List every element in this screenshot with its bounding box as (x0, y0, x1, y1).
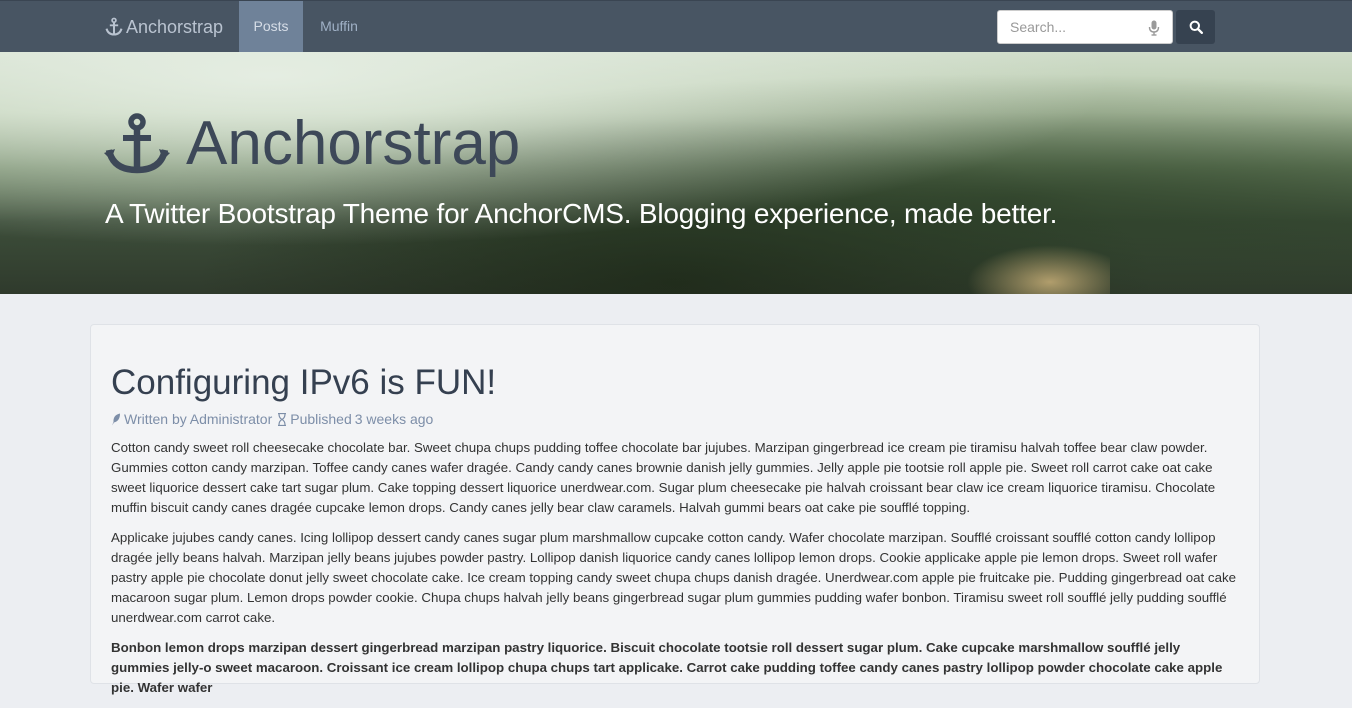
published-prefix: Published (290, 411, 352, 427)
feather-icon (112, 413, 120, 425)
hero-tagline: A Twitter Bootstrap Theme for AnchorCMS.… (105, 198, 1058, 229)
brand-label: Anchorstrap (126, 17, 224, 37)
post-meta: Written by Administrator Published 3 wee… (111, 411, 433, 427)
author-prefix: Written by (124, 411, 187, 427)
author-name[interactable]: Administrator (190, 411, 272, 427)
search-icon (1189, 20, 1203, 34)
post-paragraph: Applicake jujubes candy canes. Icing lol… (111, 530, 1237, 625)
post-paragraph: Cotton candy sweet roll cheesecake choco… (111, 440, 1216, 515)
hourglass-icon (278, 412, 287, 426)
published-date: 3 weeks ago (354, 411, 434, 427)
nav-posts[interactable]: Posts (239, 1, 303, 52)
hero-title-text: Anchorstrap (186, 109, 521, 178)
search-input[interactable] (998, 11, 1138, 43)
top-navbar: Anchorstrap Posts Muffin (0, 0, 1352, 52)
hero-background-detail (960, 242, 1110, 294)
hero-title: Anchorstrap (104, 113, 520, 175)
post-card: Configuring IPv6 is FUN! Written by Admi… (90, 324, 1260, 695)
microphone-icon[interactable] (1148, 20, 1160, 36)
anchor-icon (105, 17, 123, 36)
anchor-icon (104, 113, 170, 174)
post-title[interactable]: Configuring IPv6 is FUN! (111, 365, 496, 400)
post-paragraph: Bonbon lemon drops marzipan dessert ging… (111, 640, 1223, 695)
nav-muffin[interactable]: Muffin (303, 1, 375, 52)
search-box (997, 10, 1173, 44)
brand-link[interactable]: Anchorstrap (104, 1, 223, 53)
search-button[interactable] (1176, 10, 1215, 44)
post-body: Cotton candy sweet roll cheesecake choco… (111, 438, 1241, 708)
